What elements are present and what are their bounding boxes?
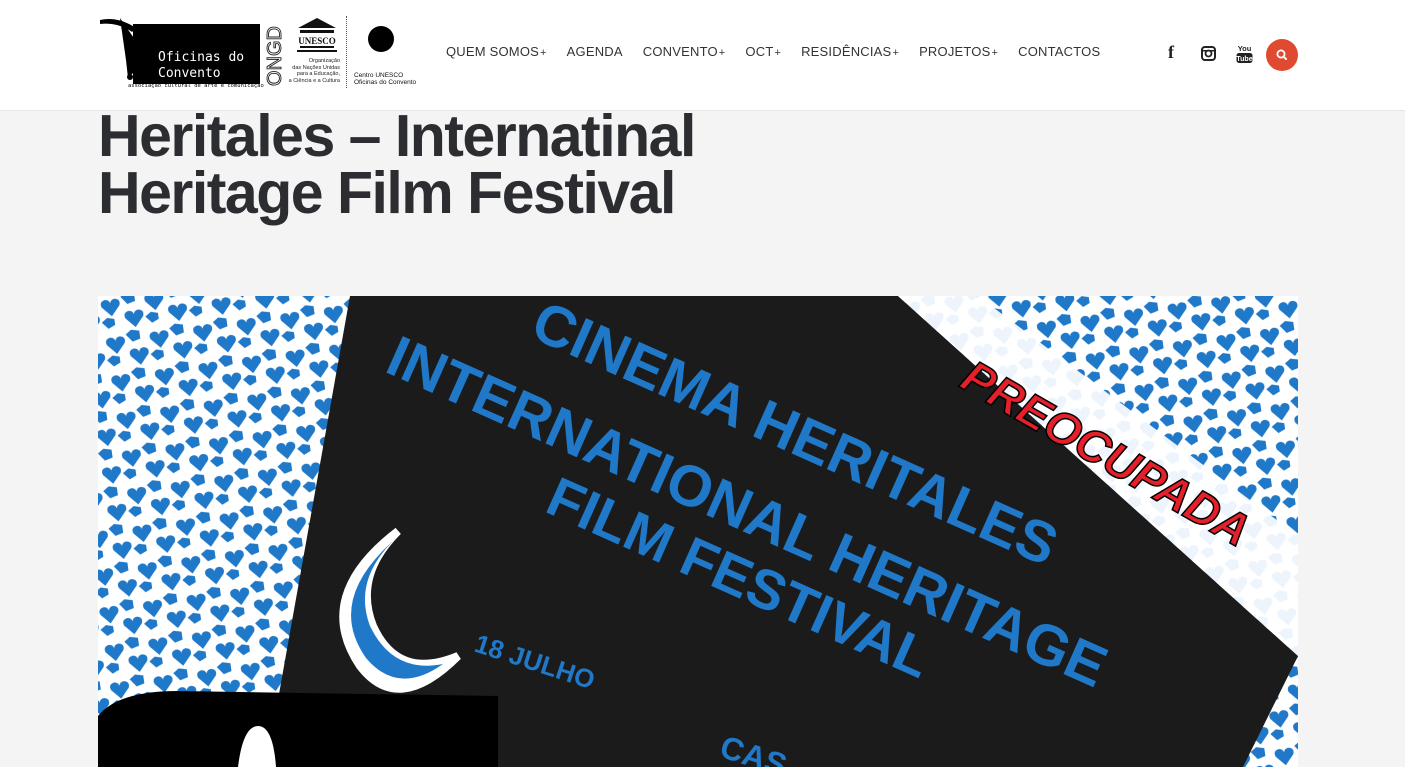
logo-figure-icon [100,18,138,80]
featured-image: CINEMA HERITALES INTERNATIONAL HERITAGE … [98,296,1298,767]
site-logo[interactable]: Oficinas do Convento associação cultural… [98,14,416,92]
unesco-temple-icon: UNESCO [297,18,337,52]
poster-bottom-shape [98,691,498,767]
facebook-glyph: f [1168,42,1174,62]
plus-icon: + [991,47,999,59]
svg-text:Tube: Tube [1236,56,1252,63]
nav-item-quem-somos[interactable]: QUEM SOMOS+ [446,44,547,59]
ongd-label: ONGD [264,26,284,86]
festival-poster: CINEMA HERITALES INTERNATIONAL HERITAGE … [98,296,1298,767]
facebook-icon[interactable]: f [1168,42,1174,63]
logo-name-line1: Oficinas do [158,50,245,65]
main-nav: QUEM SOMOS+ AGENDA CONVENTO+ OCT+ RESIDÊ… [446,44,1120,59]
nav-label: CONVENTO [642,44,718,59]
nav-label: QUEM SOMOS [446,44,540,59]
nav-item-residencias[interactable]: RESIDÊNCIAS+ [801,44,899,59]
logo-divider [346,16,347,88]
nav-item-agenda[interactable]: AGENDA [567,44,623,59]
centro-unesco-label: Centro UNESCO Oficinas do Convento [354,72,416,86]
centro-unesco-dot-icon [368,26,394,52]
nav-label: PROJETOS [919,44,991,59]
nav-label: RESIDÊNCIAS [801,44,892,59]
svg-text:You: You [1238,44,1252,53]
page-title: Heritales – Internatinal Heritage Film F… [98,103,858,226]
page-title-line2: Heritage Film Festival [98,160,676,226]
plus-icon: + [774,47,782,59]
logo-tagline: associação cultural de arte e comunicaçã… [128,83,264,89]
nav-item-oct[interactable]: OCT+ [745,44,781,59]
plus-icon: + [892,47,900,59]
nav-label: OCT [745,44,774,59]
ongd-text: ONGD [264,26,284,86]
centro-line: Oficinas do Convento [354,79,417,86]
search-icon [1276,49,1287,60]
nav-item-projetos[interactable]: PROJETOS+ [919,44,998,59]
nav-item-convento[interactable]: CONVENTO+ [643,44,726,59]
logo-name: Oficinas do Convento [158,50,244,82]
unesco-word: UNESCO [298,36,336,46]
nav-label: CONTACTOS [1018,44,1101,59]
logo-name-line2: Convento [158,66,221,81]
search-button[interactable] [1266,39,1298,71]
centro-line: Centro UNESCO [354,72,404,79]
nav-item-contactos[interactable]: CONTACTOS [1018,44,1100,59]
unesco-line: a Ciência e a Cultura [288,77,340,84]
plus-icon: + [540,47,547,59]
page-title-line1: Heritales – Internatinal [98,103,696,169]
plus-icon: + [718,47,726,59]
instagram-icon[interactable] [1201,46,1216,61]
youtube-icon[interactable]: You Tube [1236,43,1253,65]
site-header: Oficinas do Convento associação cultural… [0,0,1405,111]
nav-label: AGENDA [566,44,623,59]
unesco-lines: Organização das Nações Unidas para a Edu… [286,58,340,84]
